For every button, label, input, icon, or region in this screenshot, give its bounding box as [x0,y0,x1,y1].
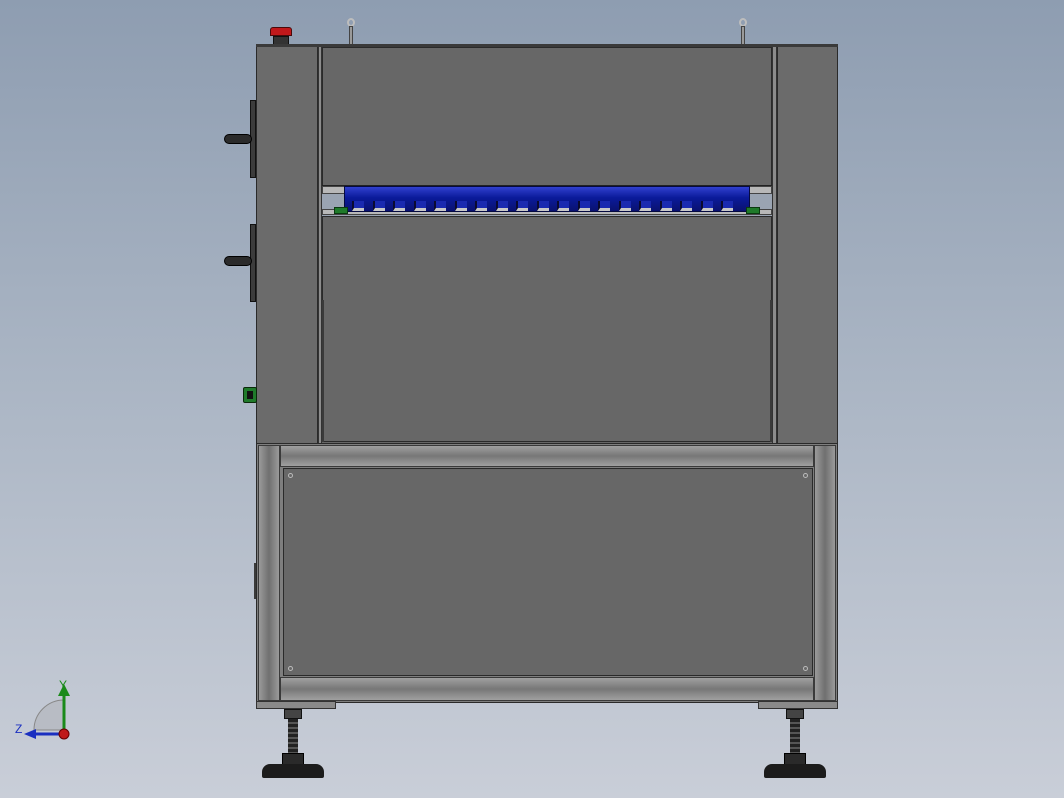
conveyor-roller [352,201,364,211]
frame-beam-bottom [280,677,814,701]
conveyor-roller [413,201,426,211]
conveyor-roller [721,201,734,211]
right-column-divider [772,45,777,445]
panel-screw [288,666,293,671]
lifting-eye-icon [346,18,356,45]
control-knob-icon[interactable] [224,224,256,302]
base-plate-right [758,701,838,709]
lower-access-panel [283,468,813,676]
leveling-foot-icon [262,709,324,779]
conveyor-roller [372,201,385,211]
machine-assembly [0,0,1064,798]
cover-seam-left [322,300,324,442]
top-edge [256,44,838,47]
panel-screw [803,473,808,478]
conveyor-roller [618,201,631,211]
y-axis-label: Y [59,678,68,692]
conveyor-roller [434,201,447,211]
conveyor-roller [536,201,549,211]
lifting-eye-icon [738,18,748,45]
conveyor-roller [659,201,672,211]
frame-beam-top [280,445,814,467]
conveyor-roller [557,201,570,211]
conveyor-roller [516,201,529,211]
indicator-lamp-icon[interactable] [243,387,257,403]
conveyor-roller [598,201,611,211]
conveyor-roller [700,201,713,211]
conveyor-roller [393,201,406,211]
conveyor-rollers [344,198,750,214]
conveyor-roller [454,201,467,211]
left-side-panel [256,45,318,445]
leveling-foot-icon [764,709,826,779]
z-axis-label: Z [15,722,23,736]
panel-screw [288,473,293,478]
right-side-panel [777,45,838,445]
conveyor-roller [577,201,590,211]
conveyor-roller [475,201,488,211]
conveyor-sensor-left [334,207,348,214]
lower-cover-panel [322,216,772,442]
view-orientation-icon[interactable]: Y Z [12,678,76,742]
top-cover-panel [322,47,772,187]
conveyor-roller [680,201,693,211]
conveyor-roller [495,201,508,211]
base-plate-left [256,701,336,709]
cover-seam-right [770,300,772,442]
panel-screw [803,666,808,671]
frame-post-right [814,445,836,701]
frame-post-left [258,445,280,701]
conveyor-roller [639,201,652,211]
conveyor-sensor-right [746,207,760,214]
control-knob-icon[interactable] [224,100,256,178]
